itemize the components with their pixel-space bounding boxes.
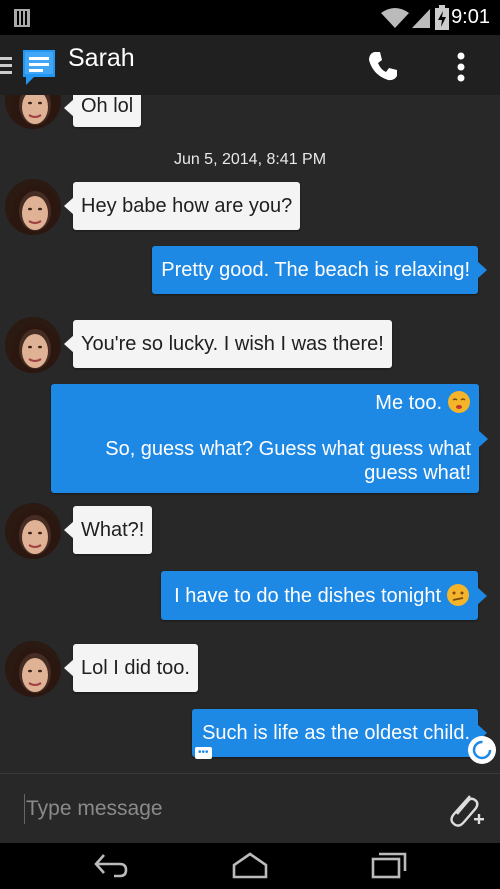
conversation-title[interactable]: Sarah bbox=[68, 44, 135, 73]
incoming-message[interactable]: What?! bbox=[63, 506, 153, 554]
messaging-app-icon[interactable] bbox=[20, 48, 58, 88]
message-text: So, guess what? Guess what guess what bbox=[105, 438, 471, 460]
phone-call-icon[interactable] bbox=[366, 49, 400, 83]
outgoing-message[interactable]: I have to do the dishes tonight bbox=[161, 571, 487, 620]
message-text: guess what! bbox=[364, 462, 471, 484]
sending-status-icon bbox=[468, 736, 496, 764]
message-input[interactable]: Type message bbox=[24, 794, 426, 824]
contact-avatar[interactable] bbox=[5, 641, 61, 697]
sim-card-icon bbox=[14, 9, 30, 27]
message-text: Me too. bbox=[375, 392, 442, 414]
message-text: What?! bbox=[81, 519, 145, 541]
overflow-menu-icon[interactable] bbox=[448, 50, 474, 84]
confused-face-emoji-icon bbox=[447, 584, 469, 606]
home-icon[interactable] bbox=[230, 851, 270, 879]
compose-bar: Type message bbox=[0, 773, 500, 844]
outgoing-message[interactable]: Me too. So, guess what? Guess what guess… bbox=[51, 384, 488, 493]
message-text: Oh lol bbox=[81, 95, 134, 117]
message-text: Pretty good. The beach is relaxing! bbox=[161, 259, 470, 281]
message-text: Such is life as the oldest child. bbox=[202, 722, 470, 744]
recent-apps-icon[interactable] bbox=[370, 851, 408, 879]
message-text: Lol I did too. bbox=[81, 657, 190, 679]
navigation-bar bbox=[0, 843, 500, 889]
drawer-menu-icon[interactable] bbox=[0, 55, 14, 77]
signal-icon bbox=[412, 9, 430, 28]
attach-paperclip-icon[interactable] bbox=[444, 788, 484, 830]
app-bar: Sarah bbox=[0, 35, 500, 95]
message-list[interactable]: Oh lol Jun 5, 2014, 8:41 PM Hey babe how… bbox=[0, 95, 500, 773]
contact-avatar[interactable] bbox=[5, 503, 61, 559]
contact-avatar[interactable] bbox=[5, 179, 61, 235]
contact-avatar[interactable] bbox=[5, 95, 61, 129]
battery-charging-icon bbox=[435, 5, 449, 30]
incoming-message[interactable]: Oh lol bbox=[63, 95, 142, 127]
message-text: I have to do the dishes tonight bbox=[174, 585, 441, 607]
incoming-message[interactable]: Lol I did too. bbox=[64, 644, 198, 692]
more-dots-icon: ••• bbox=[195, 747, 212, 759]
message-text: Hey babe how are you? bbox=[81, 195, 293, 217]
clock: 9:01 bbox=[451, 6, 490, 28]
kissing-face-emoji-icon bbox=[448, 391, 470, 413]
outgoing-message[interactable]: Such is life as the oldest child. ••• bbox=[192, 709, 487, 759]
back-icon[interactable] bbox=[92, 851, 130, 879]
outgoing-message[interactable]: Pretty good. The beach is relaxing! bbox=[152, 246, 487, 294]
wifi-icon bbox=[381, 8, 409, 28]
incoming-message[interactable]: You're so lucky. I wish I was there! bbox=[64, 320, 392, 368]
contact-avatar[interactable] bbox=[5, 317, 61, 373]
incoming-message[interactable]: Hey babe how are you? bbox=[63, 182, 301, 230]
message-text: You're so lucky. I wish I was there! bbox=[81, 333, 384, 355]
message-timestamp: Jun 5, 2014, 8:41 PM bbox=[173, 151, 327, 168]
status-bar: 9:01 bbox=[0, 0, 500, 35]
